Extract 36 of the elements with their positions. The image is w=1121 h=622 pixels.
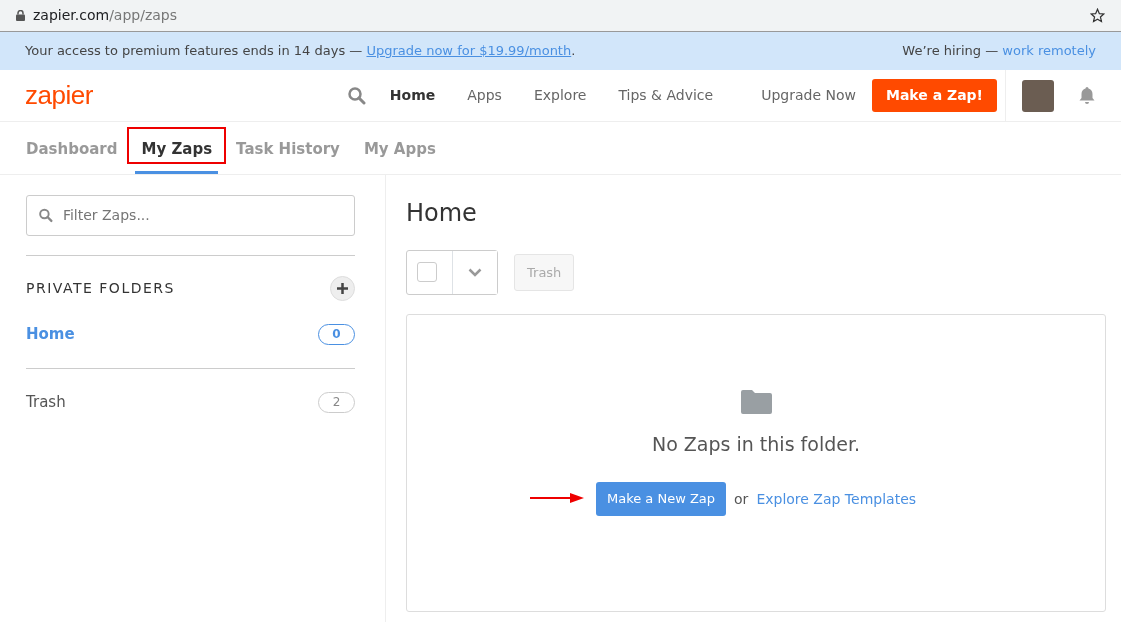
- make-a-new-zap-button[interactable]: Make a New Zap: [595, 482, 727, 516]
- search-icon: [39, 208, 53, 223]
- bell-icon[interactable]: [1078, 86, 1096, 105]
- nav-link[interactable]: Explore: [533, 85, 587, 106]
- work-remotely-link[interactable]: work remotely: [1002, 43, 1096, 59]
- upgrade-now-link[interactable]: Upgrade Now: [761, 85, 856, 106]
- trial-notice: Your access to premium features ends in 14 days — Upgrade now for $19.99/month.: [25, 42, 576, 61]
- hiring-notice: We’re hiring — work remotely: [902, 42, 1096, 61]
- nav-link[interactable]: Apps: [467, 85, 502, 106]
- search-icon[interactable]: [347, 86, 366, 105]
- folder-icon: [740, 389, 772, 414]
- nav-link[interactable]: Tips & Advice: [618, 85, 714, 106]
- tab[interactable]: My Zaps: [135, 121, 219, 174]
- section-heading: PRIVATE FOLDERS: [26, 279, 175, 298]
- nav-link[interactable]: Home: [389, 85, 436, 106]
- filter-zaps-field[interactable]: Filter Zaps...: [26, 195, 355, 236]
- tab[interactable]: Dashboard: [20, 121, 124, 174]
- plus-icon: [337, 283, 348, 294]
- tab[interactable]: Task History: [230, 121, 346, 174]
- make-a-zap-button[interactable]: Make a Zap!: [872, 79, 997, 112]
- tab[interactable]: My Apps: [357, 121, 442, 174]
- address-bar-url[interactable]: zapier.com/app/zaps: [33, 5, 178, 26]
- upgrade-link[interactable]: Upgrade now for $19.99/month: [366, 43, 572, 59]
- explore-templates-link[interactable]: Explore Zap Templates: [756, 488, 917, 510]
- folder-link[interactable]: Home: [26, 323, 75, 346]
- page-title: Home: [406, 199, 478, 228]
- add-folder-button[interactable]: [330, 276, 355, 301]
- bookmark-star-icon[interactable]: [1090, 8, 1105, 23]
- chevron-down-icon: [468, 267, 482, 277]
- or-text: or: [734, 489, 749, 509]
- empty-message: No Zaps in this folder.: [651, 431, 861, 457]
- lock-icon: [16, 10, 25, 21]
- select-all-checkbox[interactable]: [417, 262, 437, 283]
- avatar[interactable]: [1022, 79, 1054, 112]
- zapier-logo[interactable]: zapier: [25, 76, 93, 115]
- folder-link[interactable]: Trash: [26, 391, 66, 414]
